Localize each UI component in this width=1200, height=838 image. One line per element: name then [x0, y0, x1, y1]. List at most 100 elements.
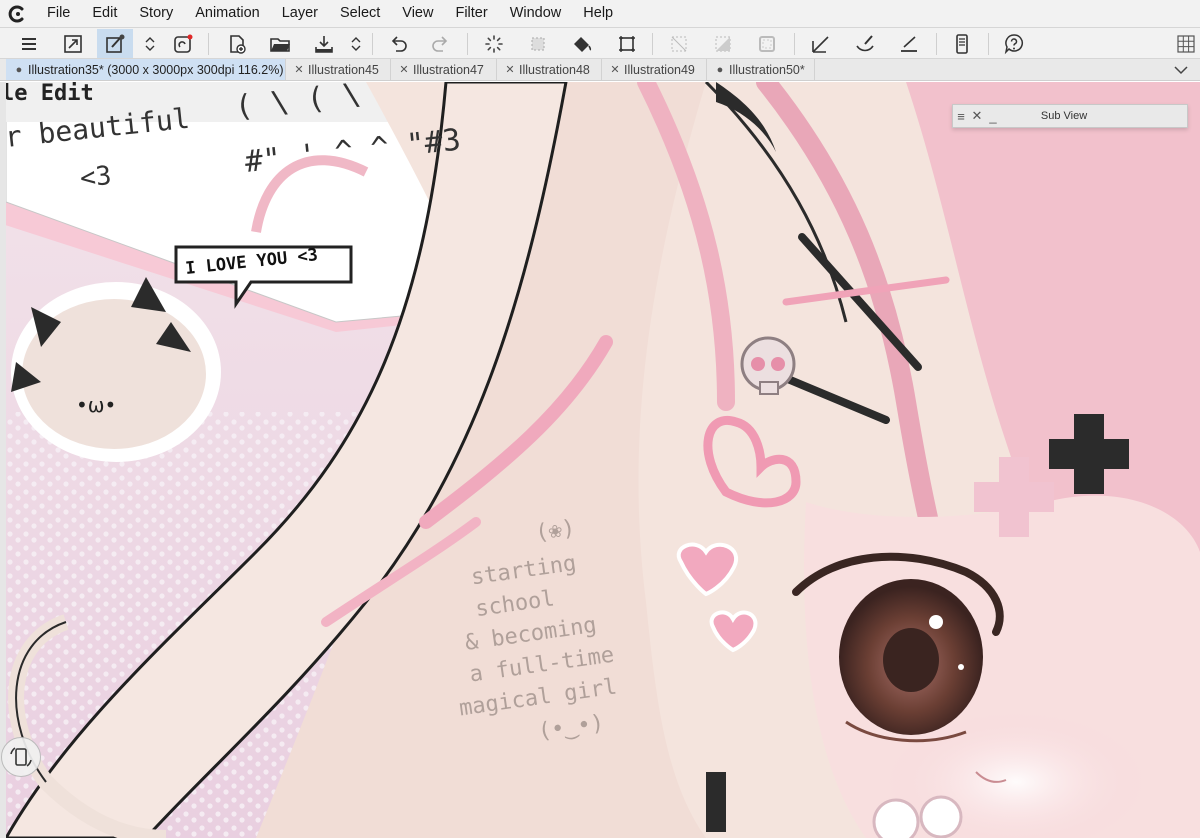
menu-layer[interactable]: Layer: [271, 0, 329, 27]
transform-button[interactable]: [609, 29, 645, 58]
tab-bar: ● Illustration35* (3000 x 3000px 300dpi …: [0, 59, 1200, 81]
brush-size-button[interactable]: [847, 29, 883, 58]
tab-label: Illustration50*: [729, 62, 805, 77]
menu-window[interactable]: Window: [499, 0, 573, 27]
window-heart-text: <3: [79, 161, 113, 194]
transform-icon: [619, 35, 635, 52]
invert-selection-button[interactable]: [705, 29, 741, 58]
show-selection-button[interactable]: [749, 29, 785, 58]
redo-button[interactable]: [423, 29, 459, 58]
menu-edit[interactable]: Edit: [81, 0, 128, 27]
clear-selection-button[interactable]: [520, 29, 556, 58]
tab-overflow-button[interactable]: [1170, 60, 1192, 80]
chibi-face-text: •ω•: [76, 393, 116, 417]
deselect-button[interactable]: [661, 29, 697, 58]
hamburger-menu-button[interactable]: [11, 29, 47, 58]
save-stepper-button[interactable]: [347, 29, 365, 58]
ruler-pen-icon: [901, 35, 917, 52]
chevron-updown-icon: [351, 36, 361, 51]
toolbar-separator: [936, 33, 937, 55]
save-icon: [315, 35, 333, 53]
tab-label: Illustration49: [624, 62, 695, 77]
close-tab-icon[interactable]: ✕: [397, 63, 411, 76]
app-logo-icon[interactable]: [0, 0, 36, 27]
menubar: File Edit Story Animation Layer Select V…: [0, 0, 1200, 27]
tab-illustration35[interactable]: ● Illustration35* (3000 x 3000px 300dpi …: [6, 59, 286, 80]
pen-line-icon: [812, 35, 829, 53]
tab-illustration49[interactable]: ✕ Illustration49: [602, 59, 707, 80]
toolbar-separator: [208, 33, 209, 55]
close-icon[interactable]: ✕: [969, 108, 985, 124]
quick-access-icon: [106, 34, 125, 53]
close-tab-icon[interactable]: ✕: [503, 63, 517, 76]
help-bubble-icon: [1004, 33, 1024, 54]
chevron-down-icon: [1174, 66, 1188, 75]
paint-bucket-icon: [574, 36, 592, 52]
open-file-button[interactable]: [262, 29, 298, 58]
canvas[interactable]: le Edit r beautiful <3 ( \ ( \ #" ' ^ ^ …: [6, 82, 1200, 838]
window-menu-text: le Edit: [6, 82, 94, 106]
companion-button[interactable]: [165, 29, 201, 58]
menu-filter[interactable]: Filter: [444, 0, 498, 27]
undo-button[interactable]: [380, 29, 416, 58]
close-tab-icon[interactable]: ✕: [292, 63, 306, 76]
toolbar-separator: [794, 33, 795, 55]
undo-icon: [391, 35, 407, 52]
save-button[interactable]: [306, 29, 342, 58]
chevron-updown-icon: [145, 36, 155, 51]
unsaved-dot-icon: ●: [15, 63, 23, 76]
palette-menu-icon[interactable]: ≡: [953, 109, 969, 124]
help-button[interactable]: [996, 29, 1032, 58]
unsaved-dot-icon: ●: [716, 63, 724, 76]
rotate-device-icon: [10, 747, 32, 767]
ruler-snap-button[interactable]: [891, 29, 927, 58]
tab-illustration47[interactable]: ✕ Illustration47: [391, 59, 497, 80]
companion-icon: [174, 34, 193, 53]
sub-view-title: Sub View: [1040, 110, 1088, 122]
menu-help[interactable]: Help: [572, 0, 624, 27]
artwork: le Edit r beautiful <3 ( \ ( \ #" ' ^ ^ …: [6, 82, 1200, 838]
toolbar-separator: [988, 33, 989, 55]
new-file-icon: [230, 34, 246, 54]
fit-canvas-icon: [64, 34, 82, 53]
tab-label: Illustration35* (3000 x 3000px 300dpi 11…: [28, 62, 284, 77]
quick-access-button[interactable]: [97, 29, 133, 58]
minimize-icon[interactable]: _: [985, 109, 1001, 124]
smartphone-icon: [956, 33, 968, 54]
close-tab-icon[interactable]: ✕: [608, 63, 622, 76]
loading-spinner-icon: [485, 34, 503, 53]
sub-view-palette[interactable]: ≡ ✕ _ Sub View: [952, 104, 1188, 128]
toolbar-separator: [372, 33, 373, 55]
invert-selection-icon: [715, 36, 731, 51]
fill-button[interactable]: [564, 29, 600, 58]
selection-border-icon: [759, 35, 775, 52]
menu-story[interactable]: Story: [128, 0, 184, 27]
tab-illustration48[interactable]: ✕ Illustration48: [497, 59, 602, 80]
spinner-button[interactable]: [476, 29, 512, 58]
clear-selection-icon: [531, 37, 545, 50]
redo-icon: [432, 35, 448, 52]
hamburger-icon: [22, 37, 36, 50]
smartphone-button[interactable]: [944, 29, 980, 58]
folder-open-icon: [270, 37, 290, 52]
tab-label: Illustration45: [308, 62, 379, 77]
grid-menu-button[interactable]: [1174, 29, 1198, 58]
fit-canvas-button[interactable]: [55, 29, 91, 58]
tab-illustration50[interactable]: ● Illustration50*: [707, 59, 815, 80]
grid-icon: [1177, 34, 1195, 53]
menu-file[interactable]: File: [36, 0, 81, 27]
menu-animation[interactable]: Animation: [184, 0, 270, 27]
new-canvas-button[interactable]: [219, 29, 255, 58]
menu-select[interactable]: Select: [329, 0, 391, 27]
tab-label: Illustration48: [519, 62, 590, 77]
stepper-button[interactable]: [141, 29, 159, 58]
pen-stabilizer-button[interactable]: [803, 29, 839, 58]
toolbar-separator: [467, 33, 468, 55]
tab-illustration45[interactable]: ✕ Illustration45: [286, 59, 391, 80]
rotate-canvas-button[interactable]: [1, 737, 41, 777]
menu-view[interactable]: View: [391, 0, 444, 27]
tab-label: Illustration47: [413, 62, 484, 77]
command-bar: [0, 27, 1200, 59]
toolbar-separator: [652, 33, 653, 55]
deselect-icon: [671, 36, 687, 51]
